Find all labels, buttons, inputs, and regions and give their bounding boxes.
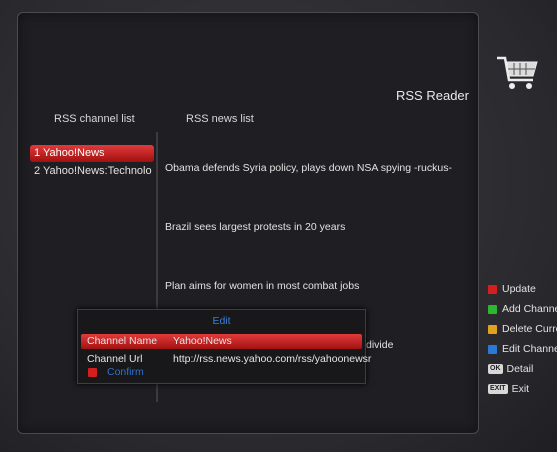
exit-key-hint[interactable]: EXIT Exit — [488, 383, 529, 395]
dialog-title: Edit — [212, 315, 231, 327]
edit-channel-key-hint[interactable]: Edit Channel — [488, 343, 557, 355]
channel-item-yahoo-news[interactable]: 1 Yahoo!News — [30, 145, 154, 162]
channel-name-row[interactable]: Channel Name Yahoo!News — [81, 334, 362, 349]
page-title: RSS Reader — [396, 88, 469, 103]
ok-key-icon: OK — [488, 364, 503, 374]
green-key-icon — [488, 304, 497, 314]
channel-url-field[interactable]: http://rss.news.yahoo.com/rss/yahoonewsr — [173, 352, 371, 367]
red-key-icon — [88, 367, 97, 377]
red-key-icon — [488, 284, 497, 294]
channel-name-label: Channel Name — [87, 335, 158, 347]
shopping-cart-icon — [497, 56, 538, 89]
channel-url-label: Channel Url — [87, 353, 143, 365]
news-item[interactable]: Obama defends Syria policy, plays down N… — [165, 162, 452, 174]
edit-channel-dialog: Edit Channel Name Yahoo!News Channel Url… — [77, 309, 371, 384]
exit-key-icon: EXIT — [488, 384, 508, 394]
channel-item-yahoo-news-technology[interactable]: 2 Yahoo!News:Technolo — [30, 163, 154, 180]
tv-screen: RSS Reader RSS channel list RSS news lis… — [0, 0, 557, 452]
channel-name-field[interactable]: Yahoo!News — [173, 334, 232, 349]
detail-key-hint[interactable]: OK Detail — [488, 363, 533, 375]
channel-list-header: RSS channel list — [54, 113, 135, 125]
update-key-hint[interactable]: Update — [488, 283, 536, 295]
news-item[interactable]: Plan aims for women in most combat jobs — [165, 280, 359, 292]
news-item[interactable]: divide — [366, 339, 393, 351]
news-item[interactable]: Brazil sees largest protests in 20 years — [165, 221, 345, 233]
confirm-button[interactable]: Confirm — [88, 366, 144, 378]
news-list-header: RSS news list — [186, 113, 254, 125]
blue-key-icon — [488, 344, 497, 354]
delete-channel-key-hint[interactable]: Delete Curren — [488, 323, 557, 335]
channel-url-row[interactable]: Channel Url http://rss.news.yahoo.com/rs… — [81, 352, 371, 367]
yellow-key-icon — [488, 324, 497, 334]
add-channel-key-hint[interactable]: Add Channel — [488, 303, 557, 315]
